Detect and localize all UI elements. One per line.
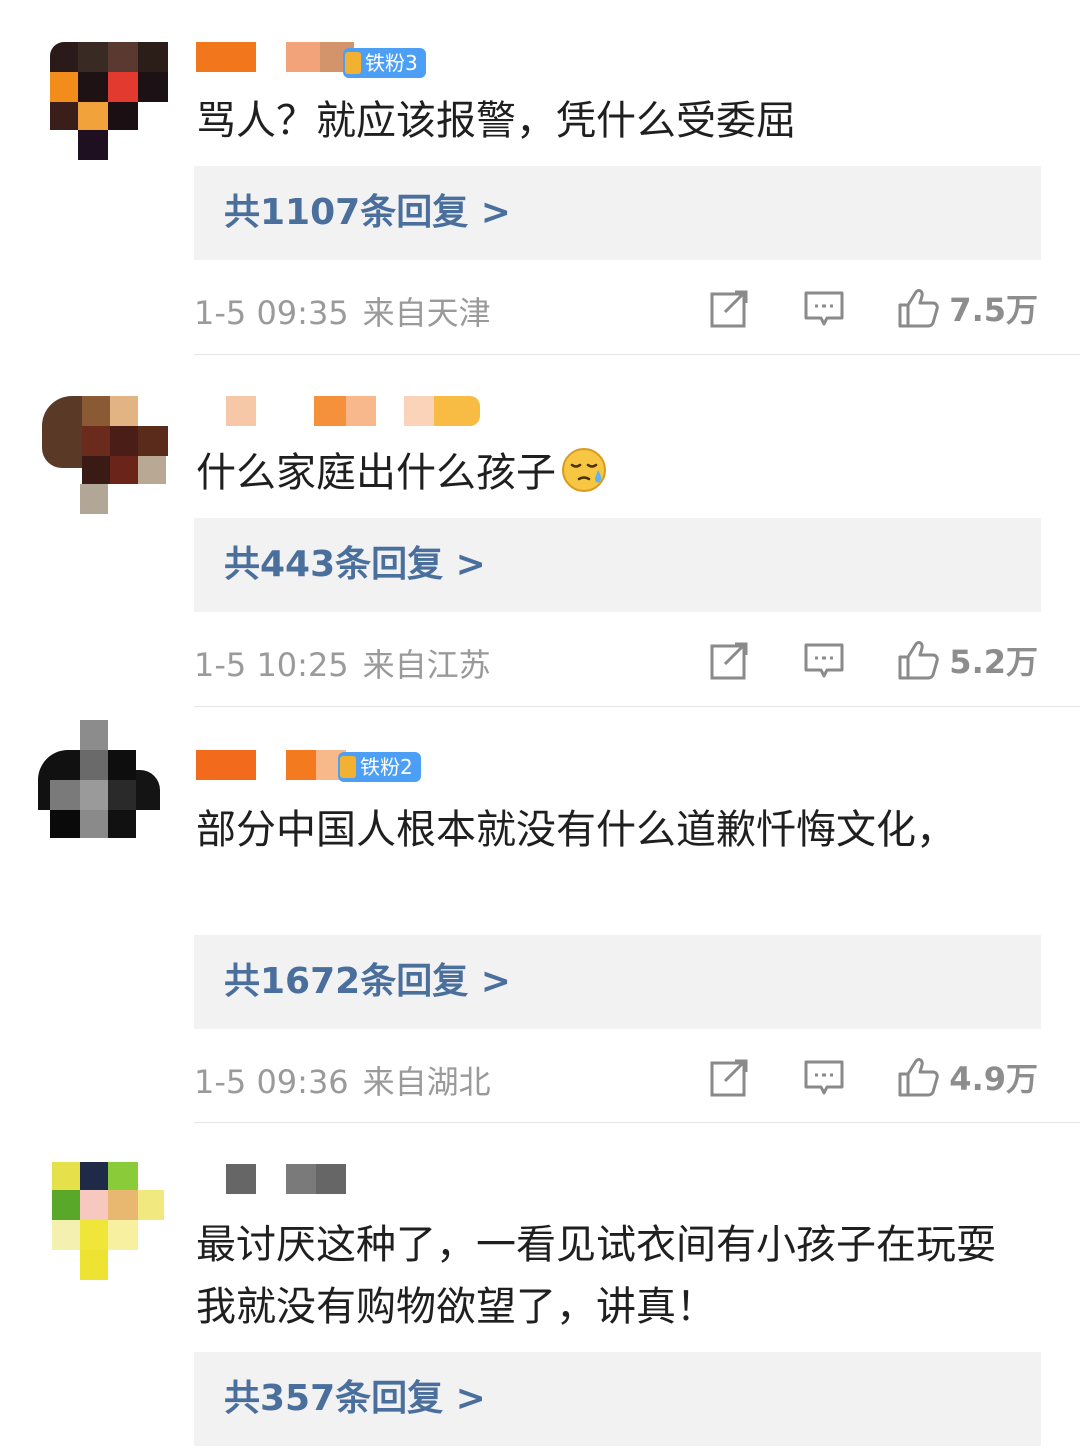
- comment-icon[interactable]: [803, 639, 845, 681]
- timestamp: 1-5 10:25: [194, 646, 349, 684]
- comment-icon[interactable]: [803, 1056, 845, 1098]
- avatar[interactable]: [38, 720, 170, 852]
- like-count: 4.9万: [949, 1060, 1038, 1098]
- comment-meta: 1-5 10:25 来自江苏: [194, 640, 491, 686]
- fan-badge: 铁粉2: [338, 752, 421, 782]
- comment-meta: 1-5 09:35 来自天津: [194, 288, 491, 334]
- username-censored[interactable]: [196, 396, 496, 430]
- sweat-emoji-icon: [562, 448, 606, 492]
- view-replies-link[interactable]: 共443条回复 >: [194, 518, 1041, 612]
- fan-badge: 铁粉3: [343, 48, 426, 78]
- comment-text: 最讨厌这种了，一看见试衣间有小孩子在玩耍我就没有购物欲望了，讲真！: [196, 1222, 996, 1330]
- username-censored[interactable]: [196, 1164, 356, 1198]
- action-bar: 7.5万: [709, 284, 1038, 332]
- divider: [194, 706, 1080, 707]
- location: 来自天津: [362, 294, 491, 332]
- location: 来自江苏: [362, 646, 491, 684]
- location: 来自湖北: [362, 1063, 491, 1101]
- comment-text: 什么家庭出什么孩子: [196, 446, 1016, 500]
- comment-icon[interactable]: [803, 287, 845, 329]
- view-replies-link[interactable]: 共1107条回复 >: [194, 166, 1041, 260]
- share-icon[interactable]: [709, 1056, 751, 1098]
- avatar[interactable]: [38, 390, 170, 522]
- like-icon[interactable]: [897, 1056, 940, 1098]
- crown-icon: [340, 756, 356, 778]
- divider: [194, 1122, 1080, 1123]
- comment-text: 骂人？就应该报警，凭什么受委屈: [196, 98, 796, 144]
- like-icon[interactable]: [897, 639, 940, 681]
- timestamp: 1-5 09:35: [194, 294, 349, 332]
- action-bar: 5.2万: [709, 636, 1038, 684]
- share-icon[interactable]: [709, 287, 751, 329]
- crown-icon: [345, 52, 361, 74]
- divider: [194, 354, 1080, 355]
- share-icon[interactable]: [709, 639, 751, 681]
- timestamp: 1-5 09:36: [194, 1063, 349, 1101]
- view-replies-link[interactable]: 共1672条回复 >: [194, 935, 1041, 1029]
- like-icon[interactable]: [897, 287, 940, 329]
- comment-text: 部分中国人根本就没有什么道歉忏悔文化，: [196, 807, 956, 853]
- avatar[interactable]: [38, 38, 170, 170]
- action-bar: 4.9万: [709, 1053, 1038, 1101]
- comment-meta: 1-5 09:36 来自湖北: [194, 1057, 491, 1103]
- like-count: 7.5万: [949, 291, 1038, 329]
- view-replies-link[interactable]: 共357条回复 >: [194, 1352, 1041, 1446]
- avatar[interactable]: [38, 1158, 170, 1290]
- like-count: 5.2万: [949, 643, 1038, 681]
